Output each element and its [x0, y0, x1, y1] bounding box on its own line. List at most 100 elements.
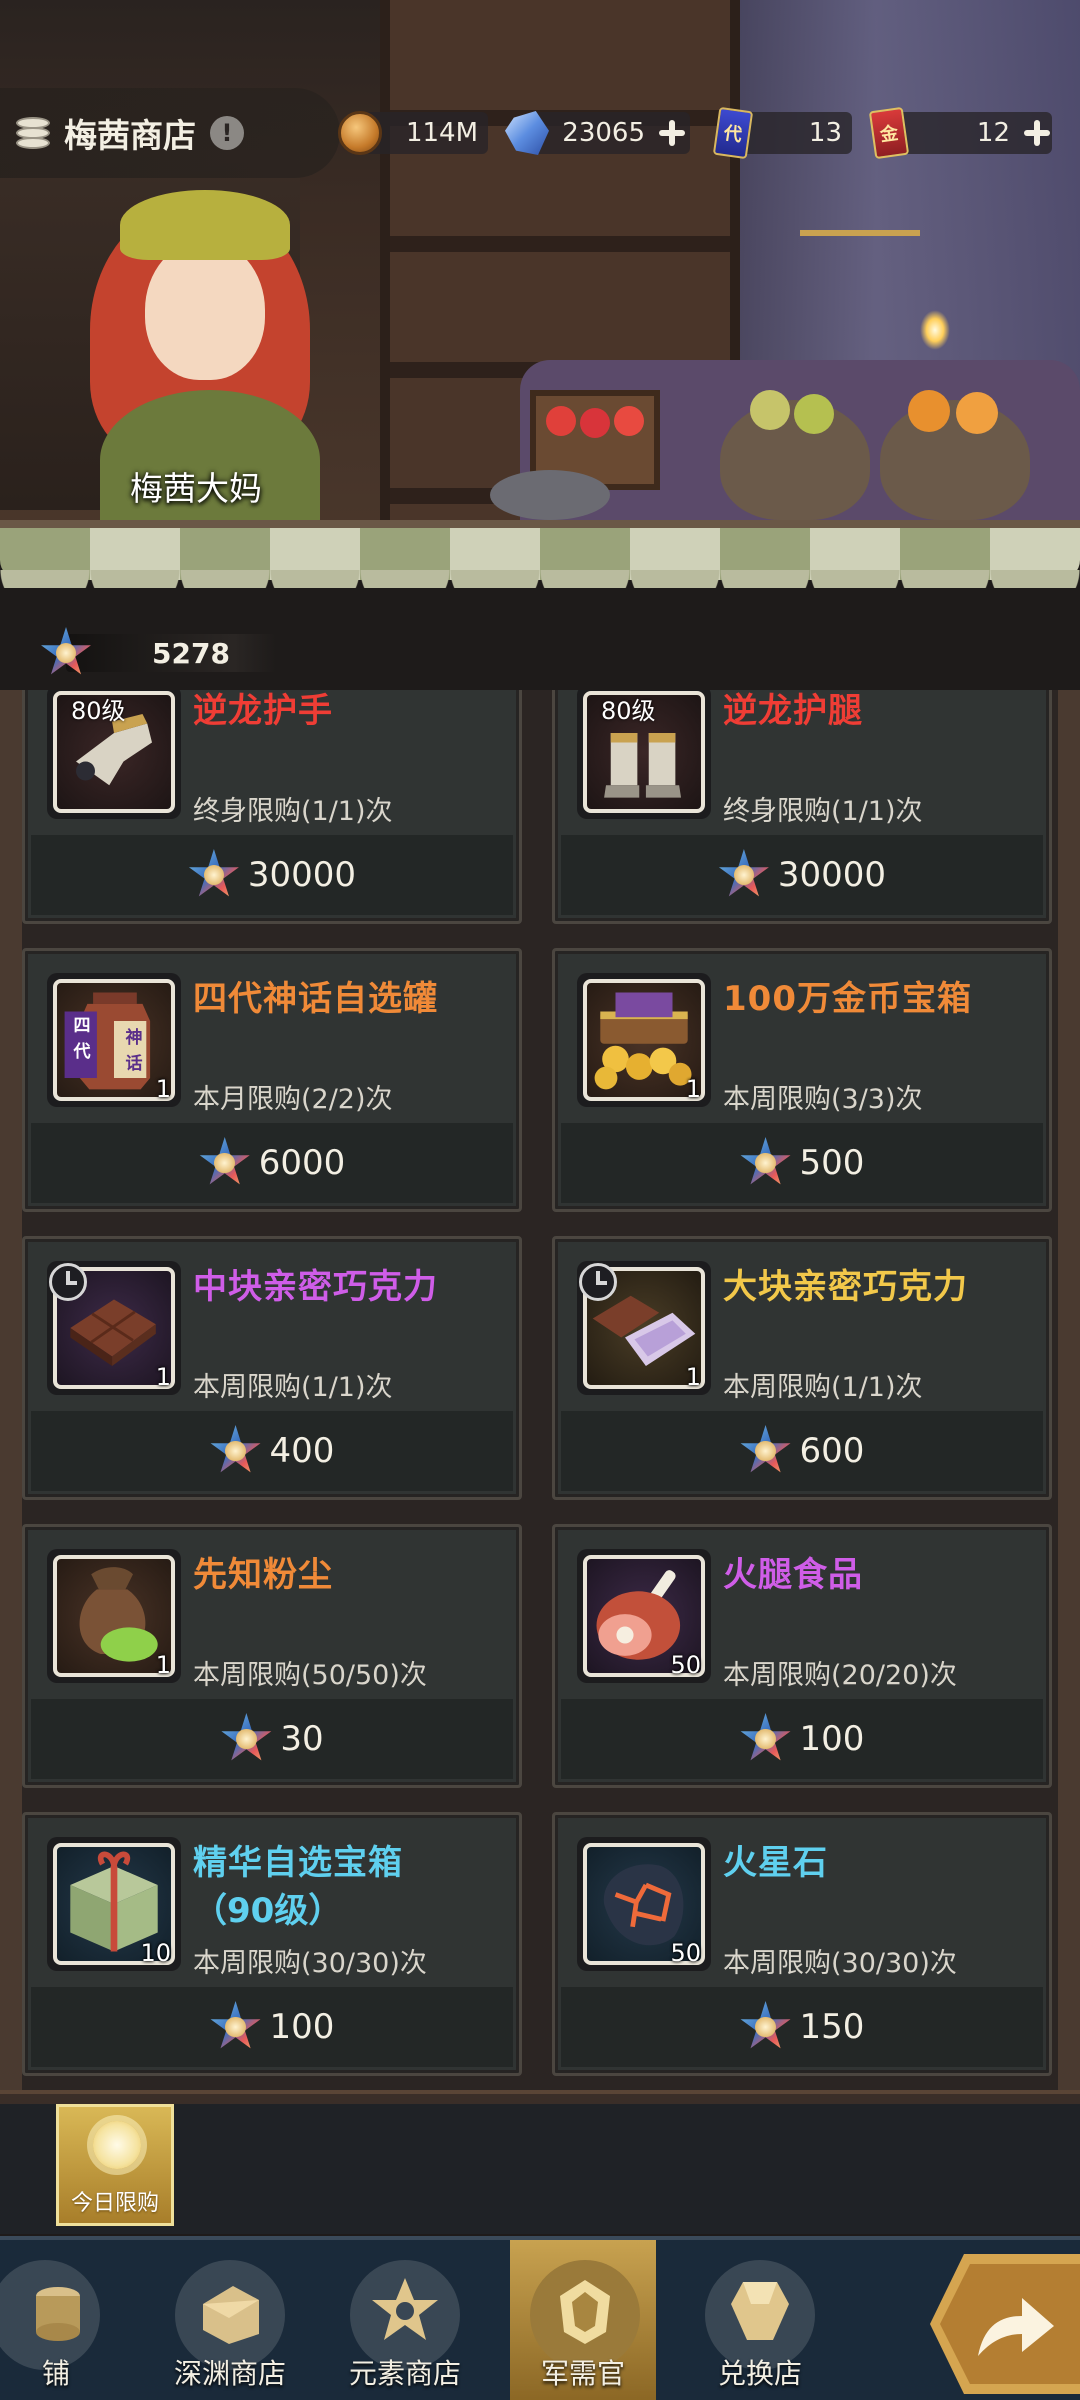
- item-thumbnail[interactable]: 1: [47, 1261, 181, 1395]
- shop-item-card[interactable]: 50 火星石 本周限购(30/30)次 150: [552, 1812, 1052, 2076]
- shop-icon: [36, 2287, 80, 2341]
- jar-label-2: 代: [73, 1042, 91, 1062]
- military-medal-icon: [210, 2001, 262, 2053]
- item-thumbnail[interactable]: 80级: [577, 690, 711, 819]
- military-medal-icon: [718, 849, 770, 901]
- buy-button[interactable]: 6000: [31, 1123, 513, 1203]
- item-price: 150: [799, 2007, 865, 2047]
- purchase-limit: 本周限购(3/3)次: [723, 1084, 923, 1115]
- item-thumbnail[interactable]: 1: [577, 973, 711, 1107]
- item-name: 精华自选宝箱: [193, 1843, 403, 1883]
- military-medal-icon: [740, 1425, 792, 1477]
- item-thumbnail[interactable]: 1: [47, 1549, 181, 1683]
- item-thumbnail[interactable]: 1: [577, 1261, 711, 1395]
- shop-item-card[interactable]: 50 火腿食品 本周限购(20/20)次 100: [552, 1524, 1052, 1788]
- shop-item-card[interactable]: 1 100万金币宝箱本周限购(3/3)次 500: [552, 948, 1052, 1212]
- shop-item-card[interactable]: 四代 神话 1 四代神话自选罐本月限购(2/2)次 6000: [22, 948, 522, 1212]
- item-name: 中块亲密巧克力: [193, 1267, 438, 1307]
- shop-scene-background: 梅茜大妈: [0, 0, 1080, 540]
- item-thumbnail[interactable]: 50: [577, 1837, 711, 1971]
- nav-label-exchange-shop: 兑换店: [717, 2357, 802, 2390]
- item-name: 逆龙护手: [193, 691, 333, 731]
- shop-item-card[interactable]: 80级 逆龙护手 终身限购(1/1)次 30000: [22, 690, 522, 924]
- shop-item-card[interactable]: 1 中块亲密巧克力本周限购(1/1)次 400: [22, 1236, 522, 1500]
- buy-button[interactable]: 100: [561, 1699, 1043, 1779]
- info-icon[interactable]: !: [210, 116, 244, 150]
- shop-item-list[interactable]: 80级 逆龙护手 终身限购(1/1)次 30000 80级 逆龙护腿 终身限购(1/1)次 3…: [22, 690, 1058, 2080]
- candle-light: [920, 310, 950, 350]
- item-quantity: 50: [670, 1939, 701, 1967]
- item-name: 四代神话自选罐: [193, 979, 438, 1019]
- shop-item-card[interactable]: 1 大块亲密巧克力 本周限购(1/1)次 600: [552, 1236, 1052, 1500]
- nav-tab-exchange-shop[interactable]: 兑换店: [685, 2240, 835, 2400]
- military-medal-icon: [40, 627, 92, 679]
- blue-card-icon: 代: [712, 106, 754, 160]
- item-quantity: 1: [685, 1363, 701, 1391]
- military-medal-icon: [199, 1137, 251, 1189]
- purchase-limit: 本周限购(1/1)次: [723, 1372, 923, 1403]
- buy-button[interactable]: 30000: [31, 835, 513, 915]
- red-card-icon: 金: [868, 106, 910, 160]
- nav-tab-element-shop[interactable]: 元素商店: [330, 2240, 480, 2400]
- nav-tab-abyss-shop[interactable]: 深渊商店: [155, 2240, 305, 2400]
- purchase-limit: 终身限购(1/1)次: [723, 796, 923, 827]
- buy-button[interactable]: 600: [561, 1411, 1043, 1491]
- blue-card-resource: 代 13: [712, 106, 852, 160]
- shop-item-card[interactable]: 80级 逆龙护腿终身限购(1/1)次 30000: [552, 690, 1052, 924]
- item-quantity: 1: [155, 1651, 171, 1679]
- item-thumbnail[interactable]: 80级: [47, 690, 181, 819]
- blue-card-amount: 13: [808, 118, 842, 148]
- quartermaster-icon: [560, 2280, 610, 2344]
- buy-button[interactable]: 30000: [561, 835, 1043, 915]
- buy-button[interactable]: 500: [561, 1123, 1043, 1203]
- item-name: 先知粉尘: [193, 1555, 333, 1595]
- exchange-shop-icon: [731, 2282, 789, 2340]
- item-level: 80级: [71, 697, 126, 725]
- purchase-limit: 本月限购(2/2)次: [193, 1084, 393, 1115]
- purchase-limit: 本周限购(50/50)次: [193, 1660, 427, 1691]
- buy-button[interactable]: 150: [561, 1987, 1043, 2067]
- jar-label-1: 四: [73, 1016, 91, 1036]
- sleeping-cat: [490, 470, 610, 520]
- item-name: 火腿食品: [723, 1555, 863, 1595]
- buy-button[interactable]: 400: [31, 1411, 513, 1491]
- add-red-card-button[interactable]: [1022, 118, 1052, 148]
- shop-title-pill: 梅茜商店 !: [0, 88, 340, 178]
- item-name: 100万金币宝箱: [723, 979, 972, 1019]
- crystal-resource: 23065: [505, 108, 690, 158]
- red-card-amount: 12: [976, 118, 1010, 148]
- nav-tab-shop[interactable]: 铺: [0, 2240, 120, 2400]
- sack-of-oranges: [880, 390, 1030, 520]
- item-name: 逆龙护腿: [723, 691, 863, 731]
- gold-resource: 114M: [338, 108, 488, 158]
- buy-button[interactable]: 30: [31, 1699, 513, 1779]
- item-price: 500: [799, 1143, 865, 1183]
- item-price: 100: [799, 1719, 865, 1759]
- top-bar: 梅茜商店 ! 114M 23065 代 13 金 12: [0, 88, 1080, 178]
- daily-limit-label: 今日限购: [70, 2191, 159, 2216]
- add-crystal-button[interactable]: [657, 118, 687, 148]
- item-quantity: 1: [685, 1075, 701, 1103]
- item-price: 6000: [258, 1143, 346, 1183]
- military-medal-icon: [740, 1137, 792, 1189]
- medal-amount: 5278: [152, 636, 230, 670]
- item-price: 30000: [777, 855, 887, 895]
- item-quantity: 10: [140, 1939, 171, 1967]
- item-thumbnail[interactable]: 10: [47, 1837, 181, 1971]
- currency-area: 5278: [0, 588, 1080, 688]
- buy-button[interactable]: 100: [31, 1987, 513, 2067]
- daily-limit-button[interactable]: 今日限购: [56, 2104, 174, 2226]
- red-card-resource: 金 12: [868, 106, 1052, 160]
- item-thumbnail[interactable]: 50: [577, 1549, 711, 1683]
- jar-label-4: 话: [125, 1054, 143, 1074]
- element-shop-icon: [372, 2278, 438, 2340]
- nav-tab-quartermaster[interactable]: 军需官: [510, 2240, 656, 2400]
- sack-of-fruit: [720, 390, 870, 520]
- daily-area: 今日限购: [0, 2104, 1080, 2234]
- brass-scale: [800, 230, 920, 360]
- shop-item-card[interactable]: 1 先知粉尘本周限购(50/50)次 30: [22, 1524, 522, 1788]
- military-medal-icon: [220, 1713, 272, 1765]
- purchase-limit: 本周限购(1/1)次: [193, 1372, 393, 1403]
- item-thumbnail[interactable]: 四代 神话1: [47, 973, 181, 1107]
- shop-item-card[interactable]: 10 精华自选宝箱 （90级） 本周限购(30/30)次 100: [22, 1812, 522, 2076]
